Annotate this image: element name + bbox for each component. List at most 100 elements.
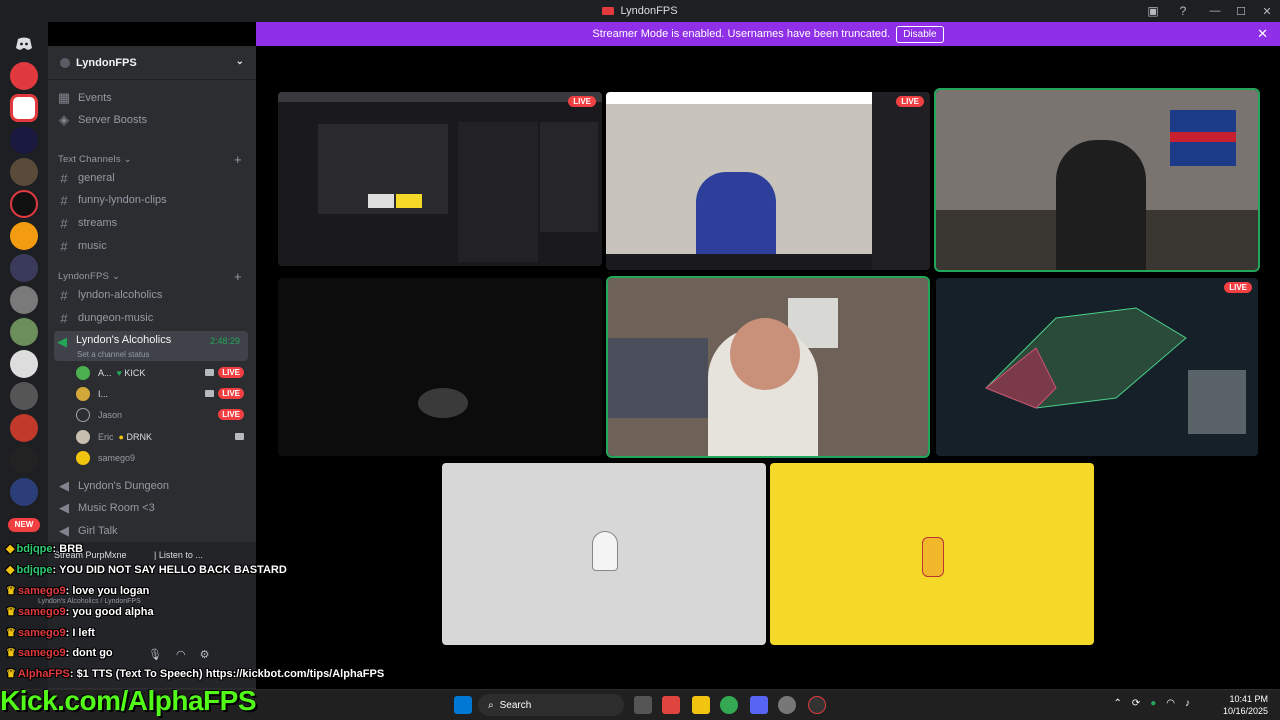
streamer-mode-banner: Streamer Mode is enabled. Usernames have… [256, 22, 1280, 46]
search-label: Search [499, 699, 532, 711]
channel-status[interactable]: Set a channel status [77, 350, 150, 359]
store-icon[interactable] [662, 696, 680, 714]
server-icon-alpha[interactable] [10, 62, 38, 90]
obs-icon[interactable] [808, 696, 826, 714]
category-text-channels[interactable]: Text Channels ⌄ + [58, 152, 242, 167]
inbox-icon[interactable]: ▣ [1146, 4, 1160, 18]
server-icon-4[interactable] [10, 158, 38, 186]
maximize-button[interactable]: ☐ [1228, 5, 1254, 18]
server-icon-3[interactable] [10, 126, 38, 154]
voice-user[interactable]: I... LIVE [76, 384, 248, 404]
chrome-icon[interactable] [720, 696, 738, 714]
character-avatar-icon [922, 537, 944, 577]
headphones-icon[interactable]: ◠ [176, 648, 186, 661]
sync-icon[interactable]: ⟳ [1132, 698, 1140, 709]
participant-tile-yellow[interactable] [770, 463, 1094, 645]
channel-dungeon-music[interactable]: # dungeon-music [56, 308, 248, 328]
live-badge: LIVE [1224, 282, 1252, 293]
file-explorer-icon[interactable] [692, 696, 710, 714]
user-name: Jason [98, 410, 123, 420]
channel-general[interactable]: # general [56, 168, 248, 188]
voice-channel-girl-talk[interactable]: ◀ Girl Talk [56, 521, 248, 541]
system-tray: ⌃ ⟳ ● ◠ ♪ [1113, 698, 1190, 709]
chat-message: you good alpha [72, 606, 154, 618]
face-shape [730, 318, 800, 390]
taskbar-clock[interactable]: 10:41 PM 10/16/2025 [1223, 693, 1268, 717]
windows-start-icon[interactable] [454, 696, 472, 714]
clock-date: 10/16/2025 [1222, 706, 1268, 716]
boosts-item[interactable]: ◈ Server Boosts [56, 110, 248, 130]
discord-home-icon[interactable] [10, 30, 38, 58]
status-dot-icon[interactable]: ● [1150, 698, 1156, 709]
inner-tile-yellow [396, 194, 422, 208]
minimize-button[interactable]: — [1202, 5, 1228, 17]
volume-icon[interactable]: ♪ [1185, 698, 1190, 709]
discord-icon[interactable] [750, 696, 768, 714]
voice-user[interactable]: A... ♥ KICK LIVE [76, 363, 248, 383]
channel-streams[interactable]: # streams [56, 213, 248, 233]
stream-tile-dark[interactable] [278, 278, 602, 456]
chevron-down-icon: ⌄ [235, 56, 244, 67]
app-logo-icon [602, 7, 615, 15]
server-icon-14[interactable] [10, 478, 38, 506]
close-banner-icon[interactable]: ✕ [1257, 26, 1268, 42]
server-icon-6[interactable] [10, 222, 38, 250]
voice-user[interactable]: Jason LIVE [76, 405, 248, 425]
server-icon-7[interactable] [10, 254, 38, 282]
user-name: I... [98, 389, 109, 399]
channel-music[interactable]: # music [56, 236, 248, 256]
chat-message: I left [72, 627, 95, 639]
server-icon-5[interactable] [10, 190, 38, 218]
add-channel-icon[interactable]: + [234, 269, 242, 284]
stream-tile-screen[interactable]: LIVE [278, 92, 602, 266]
stream-tile-webcam[interactable] [934, 88, 1260, 272]
help-icon[interactable]: ? [1176, 4, 1190, 18]
voice-user[interactable]: samego9 [76, 448, 248, 468]
wifi-icon[interactable]: ◠ [1166, 698, 1175, 709]
channel-label: lyndon-alcoholics [78, 289, 163, 301]
voice-user[interactable]: Eric ● DRNK [76, 427, 248, 447]
server-icon-lyndon[interactable] [10, 94, 38, 122]
participant-tile-gray[interactable] [442, 463, 766, 645]
voice-channel-music-room[interactable]: ◀ Music Room <3 [56, 498, 248, 518]
disable-button[interactable]: Disable [896, 25, 944, 43]
category-lyndonfps[interactable]: LyndonFPS ⌄ + [58, 269, 242, 284]
server-icon-9[interactable] [10, 318, 38, 346]
stream-tile-webcam-main[interactable] [606, 276, 930, 458]
task-view-icon[interactable] [634, 696, 652, 714]
taskbar-search[interactable]: ⌕ Search [478, 694, 624, 716]
boosts-label: Server Boosts [78, 114, 148, 126]
server-icon-13[interactable] [10, 446, 38, 474]
window-title: LyndonFPS [620, 5, 678, 17]
server-name: LyndonFPS [76, 56, 137, 69]
live-badge: LIVE [218, 409, 244, 420]
avatar [76, 387, 90, 401]
settings-app-icon[interactable] [778, 696, 796, 714]
channel-label: funny-lyndon-clips [78, 194, 167, 206]
add-channel-icon[interactable]: + [234, 152, 242, 167]
stream-tile-cam-screen[interactable]: LIVE [606, 92, 930, 270]
chat-username: samego9 [17, 647, 66, 659]
voice-channel-dungeon[interactable]: ◀ Lyndon's Dungeon [56, 476, 248, 496]
server-icon-8[interactable] [10, 286, 38, 314]
settings-icon[interactable]: ⚙ [200, 648, 210, 661]
server-icon-10[interactable] [10, 350, 38, 378]
user-name: Eric [98, 432, 114, 442]
server-icon-12[interactable] [10, 414, 38, 442]
chat-message: BRB [59, 543, 84, 555]
chat-message: $1 TTS (Text To Speech) https://kickbot.… [76, 668, 385, 680]
server-icon-11[interactable] [10, 382, 38, 410]
stream-tile-game[interactable]: LIVE [936, 278, 1258, 456]
server-header[interactable]: LyndonFPS ⌄ [48, 46, 256, 80]
events-item[interactable]: ▦ Events [56, 88, 248, 108]
hash-icon: # [60, 192, 68, 208]
channel-label: music [78, 240, 107, 252]
camera-icon [205, 390, 214, 397]
hash-icon: # [60, 310, 68, 326]
close-window-button[interactable]: ✕ [1254, 5, 1280, 18]
hash-icon: # [60, 287, 68, 303]
mic-icon[interactable]: 🎙 [148, 648, 162, 661]
channel-lyndon-alcoholics[interactable]: # lyndon-alcoholics [56, 285, 248, 305]
tray-chevron-icon[interactable]: ⌃ [1113, 698, 1121, 709]
channel-funny-lyndon-clips[interactable]: # funny-lyndon-clips [56, 190, 248, 210]
